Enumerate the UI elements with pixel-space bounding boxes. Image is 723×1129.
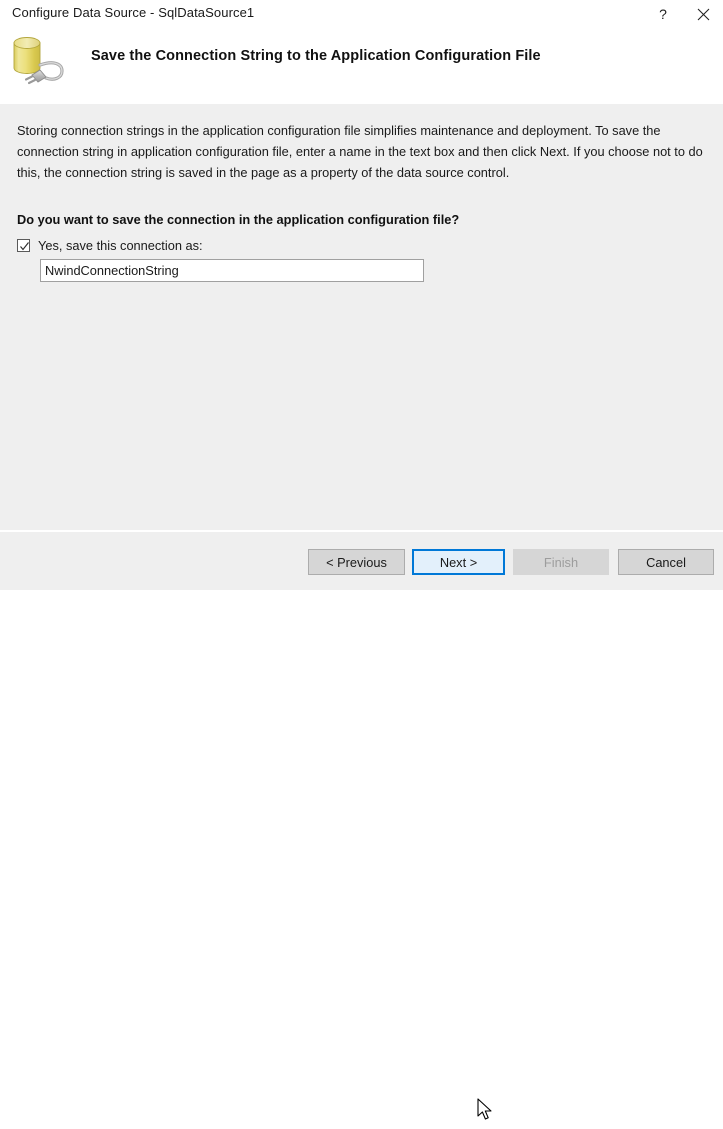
question-mark-icon: ? — [659, 6, 667, 22]
caption-button-group: ? — [643, 0, 723, 28]
next-button-label: Next > — [439, 554, 478, 570]
save-connection-checkbox-row[interactable]: Yes, save this connection as: — [17, 236, 203, 254]
save-connection-checkbox-label: Yes, save this connection as: — [38, 237, 203, 253]
previous-button-label: < Previous — [326, 554, 387, 570]
window-title: Configure Data Source - SqlDataSource1 — [12, 5, 255, 20]
cancel-button[interactable]: Cancel — [618, 549, 714, 575]
title-bar: Configure Data Source - SqlDataSource1 ? — [0, 0, 723, 28]
dialog-footer: < Previous Next > Finish Cancel — [0, 532, 723, 1120]
configure-data-source-dialog: Configure Data Source - SqlDataSource1 ? — [0, 0, 723, 1120]
database-connection-icon — [8, 30, 70, 92]
finish-button-label: Finish — [543, 554, 579, 570]
description-text: Storing connection strings in the applic… — [17, 123, 703, 180]
cancel-button-label: Cancel — [646, 554, 686, 570]
dialog-header: Save the Connection String to the Applic… — [0, 28, 723, 104]
mouse-cursor — [477, 1098, 497, 1124]
page-title: Save the Connection String to the Applic… — [91, 48, 541, 64]
connection-name-input[interactable] — [40, 259, 424, 282]
save-connection-checkbox[interactable] — [17, 238, 30, 252]
next-button[interactable]: Next > — [412, 549, 505, 575]
finish-button: Finish — [513, 549, 609, 575]
help-button[interactable]: ? — [643, 0, 683, 29]
close-button[interactable] — [683, 0, 723, 28]
close-icon — [697, 8, 709, 20]
previous-button[interactable]: < Previous — [308, 549, 405, 575]
dialog-content: Storing connection strings in the applic… — [0, 104, 723, 530]
checkmark-icon — [20, 241, 29, 250]
question-label: Do you want to save the connection in th… — [17, 212, 460, 227]
